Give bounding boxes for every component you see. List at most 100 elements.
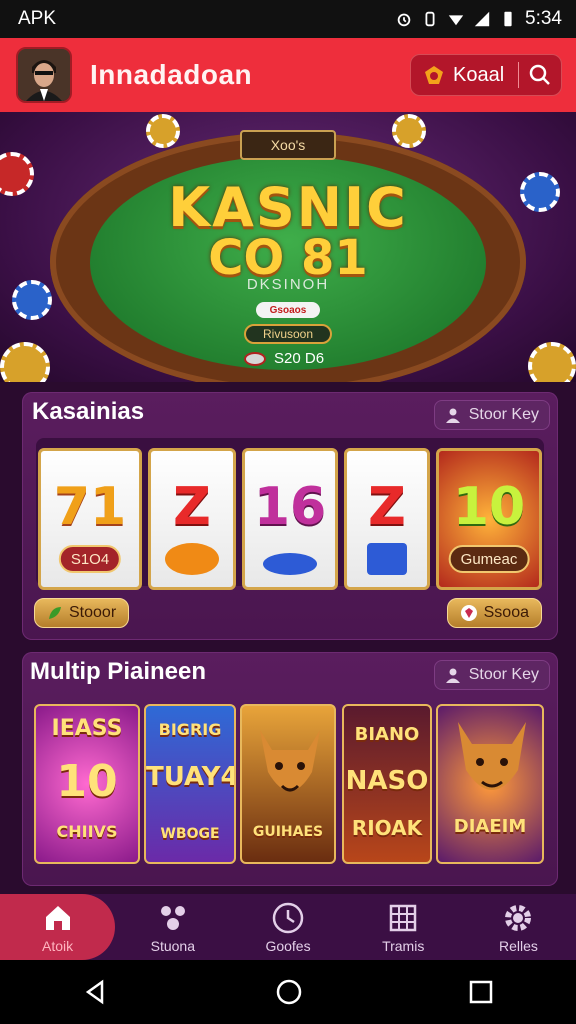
- hero-badge: Xoo's: [240, 130, 336, 160]
- reel-number: 16: [253, 477, 327, 537]
- reel-number: Z: [368, 477, 406, 537]
- card-line1: IEASS: [51, 716, 123, 741]
- search-button[interactable]: [519, 55, 561, 95]
- ssooa-label: Ssooa: [483, 604, 529, 621]
- reel-plate: S1O4: [58, 545, 122, 573]
- slot-reel[interactable]: 71 S1O4: [38, 448, 142, 590]
- bowl-icon: [263, 553, 317, 575]
- card-line2: NASO: [345, 766, 429, 796]
- nav-item-grid[interactable]: Tramis: [346, 894, 461, 960]
- lion-icon: [458, 722, 526, 790]
- clock-icon: [270, 900, 306, 936]
- header-pill: Koaal: [410, 54, 562, 96]
- chip-icon: [244, 351, 266, 366]
- card-line3: RIOAK: [351, 816, 423, 840]
- nav-item-settings[interactable]: Relles: [461, 894, 576, 960]
- slot-reels: 71 S1O4 Z 16 Z 10 Gumeac: [36, 438, 544, 590]
- reel-plate: Gumeac: [448, 545, 530, 573]
- card-line3: GUIHAES: [252, 824, 324, 840]
- section-tag-button[interactable]: Stoor Key: [433, 400, 550, 430]
- hero-amount: S20 D6: [244, 350, 324, 367]
- poker-chip-icon: [528, 342, 576, 382]
- card-line1: BIANO: [354, 724, 420, 745]
- recents-icon[interactable]: [468, 979, 494, 1005]
- team-icon: [155, 900, 191, 936]
- gem-icon: [460, 605, 477, 621]
- nav-label: Goofes: [265, 938, 311, 954]
- slot-reel-featured[interactable]: 10 Gumeac: [436, 448, 542, 590]
- nav-label: Relles: [498, 938, 538, 954]
- game-card[interactable]: BIGRIG TUAY4 WBOGE: [144, 704, 236, 864]
- stooor-button[interactable]: Stooor: [34, 598, 130, 628]
- reel-number: 10: [452, 477, 526, 537]
- card-line3: CHIIVS: [56, 822, 118, 841]
- hero-plate: Rivusoon: [244, 324, 332, 344]
- card-line3: WBOGE: [160, 826, 220, 842]
- game-cards: IEASS 10 CHIIVS BIGRIG TUAY4 WBOGE GUIHA…: [32, 698, 548, 864]
- home-icon: [40, 900, 76, 936]
- multiplayer-section: Multip Piaineen Stoor Key IEASS 10 CHIIV…: [22, 652, 558, 886]
- status-time: 5:34: [525, 8, 562, 29]
- avatar[interactable]: [16, 47, 72, 103]
- status-icons: 5:34: [395, 8, 562, 30]
- poker-chip-icon: [146, 114, 180, 148]
- slots-section: Kasainias Stoor Key 71 S1O4 Z 16 Z 10 Gu…: [22, 392, 558, 640]
- stooor-label: Stooor: [69, 604, 117, 621]
- nav-item-team[interactable]: Stuona: [115, 894, 230, 960]
- chip-icon: [425, 66, 443, 84]
- app-title: Innadadoan: [90, 59, 253, 90]
- nav-label: Atoik: [42, 938, 74, 954]
- vibrate-icon: [425, 11, 435, 27]
- section-title: Multip Piaineen: [30, 658, 207, 685]
- reel-number: Z: [173, 477, 211, 537]
- game-card[interactable]: BIANO NASO RIOAK: [342, 704, 432, 864]
- gear-icon: [500, 900, 536, 936]
- grid-icon: [385, 900, 421, 936]
- section-tag-label: Stoor Key: [468, 666, 539, 683]
- leaf-icon: [49, 607, 61, 619]
- hero-banner[interactable]: Xoo's KASNIC CO 81 DKSINOH Gsoaos Rivuso…: [0, 112, 576, 382]
- nav-item-clock[interactable]: Goofes: [230, 894, 345, 960]
- orange-icon: [165, 543, 219, 575]
- slot-reel[interactable]: Z: [148, 448, 236, 590]
- reel-number: 71: [53, 477, 127, 537]
- status-label: APK: [18, 8, 57, 29]
- game-card[interactable]: DIAEIM: [436, 704, 544, 864]
- home-circle-icon[interactable]: [274, 977, 304, 1007]
- ssooa-button[interactable]: Ssooa: [446, 598, 542, 628]
- card-line3: DIAEIM: [453, 816, 527, 837]
- card-line2: TUAY4: [146, 762, 236, 792]
- signal-icon: [474, 11, 490, 27]
- tiger-icon: [260, 730, 320, 792]
- poker-chip-icon: [0, 342, 50, 382]
- hero-subtitle: DKSINOH: [246, 276, 330, 293]
- user-icon: [445, 408, 460, 423]
- alarm-icon: [397, 13, 411, 27]
- app-header: Innadadoan Koaal: [0, 38, 576, 112]
- section-tag-button[interactable]: Stoor Key: [433, 660, 550, 690]
- battery-icon: [504, 11, 512, 27]
- nav-label: Tramis: [382, 938, 425, 954]
- koaal-label: Koaal: [453, 63, 505, 86]
- koaal-button[interactable]: Koaal: [411, 55, 518, 95]
- game-card[interactable]: GUIHAES: [240, 704, 336, 864]
- back-icon[interactable]: [82, 978, 110, 1006]
- hero-amount-value: S20 D6: [274, 350, 325, 367]
- slot-reel[interactable]: 16: [242, 448, 338, 590]
- nav-item-home[interactable]: Atoik: [0, 894, 116, 960]
- poker-chip-icon: [392, 114, 426, 148]
- game-card[interactable]: IEASS 10 CHIIVS: [34, 704, 140, 864]
- slot-reel[interactable]: Z: [344, 448, 430, 590]
- nav-label: Stuona: [150, 938, 195, 954]
- avatar-icon: [18, 49, 70, 101]
- user-icon: [445, 668, 460, 683]
- status-bar: APK 5:34: [0, 0, 576, 38]
- hero-chip-label: Gsoaos: [256, 302, 320, 318]
- section-tag-label: Stoor Key: [468, 406, 539, 423]
- system-nav-bar: [0, 960, 576, 1024]
- bars-icon: [367, 543, 407, 575]
- bottom-nav: Atoik Stuona Goofes Tramis Relles: [0, 894, 576, 960]
- section-title: Kasainias: [32, 398, 145, 425]
- card-line2: 10: [56, 756, 118, 807]
- wifi-icon: [448, 15, 464, 26]
